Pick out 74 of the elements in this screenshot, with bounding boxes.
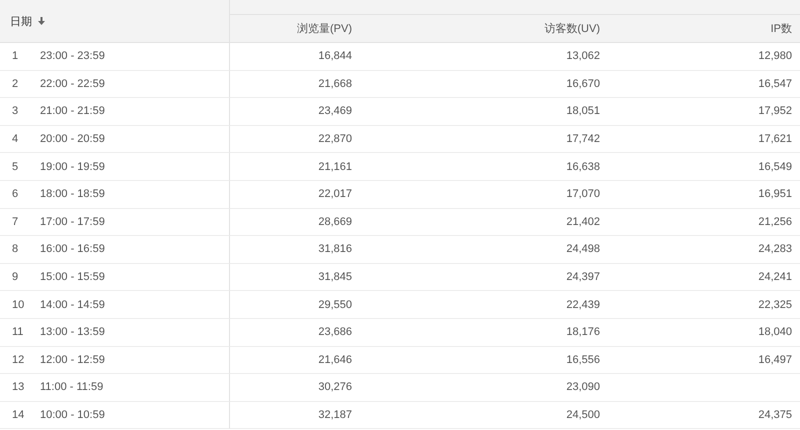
ip-count-cell: 16,549	[758, 160, 792, 173]
visitors-cell: 16,670	[566, 78, 600, 90]
row-number: 9	[12, 271, 20, 284]
pageviews-cell: 30,276	[318, 381, 352, 394]
visitors-cell: 18,176	[566, 326, 600, 338]
time-range-cell: 20:00 - 20:59	[40, 133, 105, 146]
ip-count-cell: 22,325	[758, 298, 792, 311]
row-number: 8	[12, 243, 20, 256]
pageviews-cell: 21,668	[318, 78, 352, 90]
pageviews-cell: 29,550	[318, 298, 352, 311]
pageviews-cell: 23,686	[318, 326, 352, 338]
time-range-cell: 22:00 - 22:59	[40, 78, 105, 90]
row-number: 5	[12, 160, 20, 173]
pageviews-cell: 32,187	[318, 409, 352, 422]
time-range-cell: 11:00 - 11:59	[40, 381, 104, 394]
visitors-cell: 17,742	[566, 133, 600, 146]
row-number: 12	[12, 354, 26, 366]
pageviews-cell: 31,845	[318, 271, 352, 284]
ip-count-cell: 16,951	[758, 188, 792, 200]
ip-count-cell: 21,256	[758, 216, 792, 228]
time-range-cell: 19:00 - 19:59	[40, 160, 105, 173]
time-range-cell: 13:00 - 13:59	[40, 326, 105, 338]
visitors-cell: 24,397	[566, 271, 600, 284]
ip-count-cell: 24,283	[758, 243, 792, 256]
row-number: 11	[12, 326, 24, 338]
row-number: 1	[12, 50, 20, 62]
visitors-cell: 24,498	[566, 243, 600, 256]
time-range-cell: 16:00 - 16:59	[40, 243, 105, 256]
ip-count-cell: 16,547	[758, 78, 792, 90]
time-range-cell: 17:00 - 17:59	[40, 216, 105, 228]
ip-count-cell: 12,980	[758, 50, 792, 62]
ip-count-cell: 17,952	[758, 105, 792, 118]
time-range-cell: 23:00 - 23:59	[40, 50, 105, 62]
pageviews-cell: 23,469	[318, 105, 352, 118]
visitors-cell: 21,402	[566, 216, 600, 228]
pageviews-cell: 21,161	[318, 160, 352, 173]
ip-count-cell: 16,497	[758, 354, 792, 366]
visitors-cell: 23,090	[566, 381, 600, 394]
time-range-cell: 21:00 - 21:59	[40, 105, 105, 118]
visitors-cell: 18,051	[566, 105, 600, 118]
row-number: 2	[12, 78, 20, 90]
pageviews-cell: 31,816	[318, 243, 352, 256]
time-range-cell: 18:00 - 18:59	[40, 188, 105, 200]
column-header[interactable]: IP数	[770, 21, 792, 36]
pageviews-cell: 22,017	[318, 188, 352, 200]
row-number: 7	[12, 216, 20, 228]
time-range-cell: 15:00 - 15:59	[40, 271, 105, 284]
column-header[interactable]: 日期	[10, 14, 32, 28]
row-number: 4	[12, 133, 20, 146]
row-number: 10	[12, 298, 26, 311]
visitors-cell: 16,638	[566, 160, 600, 173]
ip-count-cell: 24,375	[758, 409, 792, 422]
column-header[interactable]: 访客数(UV)	[544, 21, 600, 36]
time-range-cell: 10:00 - 10:59	[40, 409, 105, 422]
time-range-cell: 12:00 - 12:59	[40, 354, 105, 366]
column-header[interactable]: 浏览量(PV)	[297, 21, 352, 36]
time-range-cell: 14:00 - 14:59	[40, 298, 105, 311]
visitors-cell: 24,500	[566, 409, 600, 422]
sort-arrow-icon[interactable]	[38, 17, 45, 25]
row-number: 13	[12, 381, 26, 394]
pageviews-cell: 21,646	[318, 354, 352, 366]
row-number: 14	[12, 409, 26, 422]
pageviews-cell: 22,870	[318, 133, 352, 146]
pageviews-cell: 16,844	[318, 50, 352, 62]
row-number: 3	[12, 105, 20, 118]
visitors-cell: 16,556	[566, 354, 600, 366]
visitors-cell: 22,439	[566, 298, 600, 311]
row-number: 6	[12, 188, 20, 200]
ip-count-cell: 24,241	[758, 271, 792, 284]
visitors-cell: 13,062	[566, 50, 600, 62]
visitors-cell: 17,070	[566, 188, 600, 200]
ip-count-cell: 17,621	[758, 133, 792, 146]
ip-count-cell: 18,040	[758, 326, 792, 338]
pageviews-cell: 28,669	[318, 216, 352, 228]
